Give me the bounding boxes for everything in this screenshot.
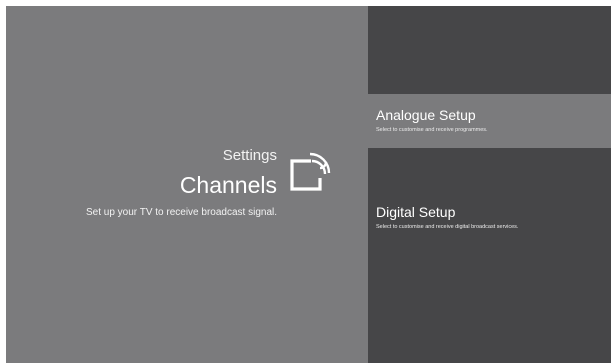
- tv-settings-screen: Settings Channels Set up your TV to rece…: [6, 6, 611, 363]
- digital-setup-description: Select to customise and receive digital …: [376, 224, 519, 230]
- page-description: Set up your TV to receive broadcast sign…: [85, 207, 277, 218]
- section-label: Settings: [222, 147, 277, 164]
- digital-setup-title: Digital Setup: [376, 204, 456, 220]
- analogue-setup-title: Analogue Setup: [376, 107, 476, 123]
- page-title: Channels: [179, 172, 277, 198]
- left-info-panel: Settings Channels Set up your TV to rece…: [6, 6, 368, 363]
- broadcast-channel-icon: [290, 152, 331, 191]
- setup-menu: Analogue Setup Select to customise and r…: [368, 6, 611, 363]
- analogue-setup-description: Select to customise and receive programm…: [376, 127, 488, 133]
- digital-setup-item[interactable]: Digital Setup Select to customise and re…: [368, 199, 611, 251]
- analogue-setup-item[interactable]: Analogue Setup Select to customise and r…: [368, 94, 611, 148]
